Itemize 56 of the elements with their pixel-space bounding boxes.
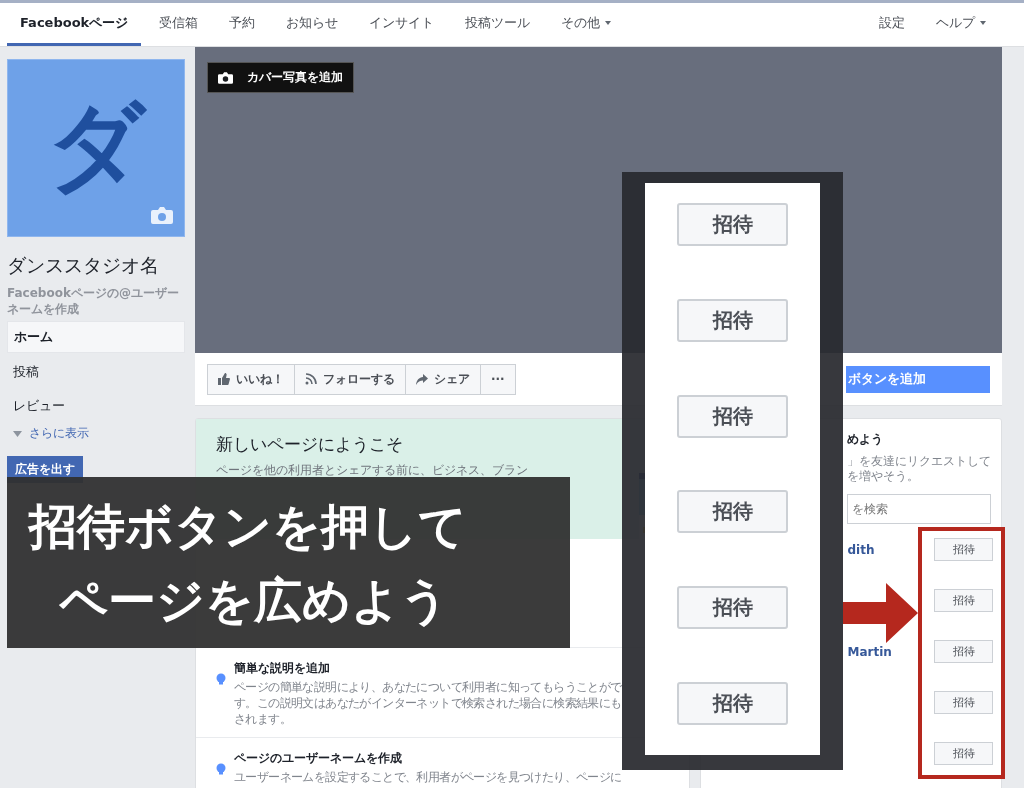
welcome-text: ページを他の利用者とシェアする前に、ビジネス、ブラン <box>216 462 528 479</box>
nav-tab[interactable]: インサイト <box>356 3 448 46</box>
tip-text: されます。 <box>234 711 292 727</box>
nav-tab[interactable]: Facebookページ <box>7 3 142 46</box>
search-field[interactable]: を検索 <box>847 494 992 524</box>
invite-button[interactable]: 招待 <box>677 203 788 246</box>
nav-tab[interactable]: 予約 <box>216 3 269 46</box>
nav-tab[interactable]: 設定 <box>866 3 918 46</box>
invite-button[interactable]: 招待 <box>934 589 993 612</box>
share-arrow-icon <box>416 373 428 385</box>
lightbulb-icon <box>216 762 226 775</box>
camera-icon[interactable] <box>151 207 173 224</box>
action-button[interactable]: いいね！ <box>208 364 295 394</box>
invite-button[interactable]: 招待 <box>677 298 788 342</box>
invite-button[interactable]: 招待 <box>934 691 993 714</box>
nav-tab[interactable]: 投稿ツール <box>452 3 544 46</box>
invite-button[interactable]: 招待 <box>934 538 993 561</box>
tip-text: ユーザーネームを設定することで、利用者がページを見つけたり、ページに <box>234 769 622 785</box>
caption-text: 招待ボタンを押して <box>29 496 468 556</box>
invite-button[interactable]: 招待 <box>677 490 788 534</box>
action-button[interactable]: シェア <box>406 364 481 394</box>
nav-tab[interactable]: ヘルプ <box>923 3 999 46</box>
caret-icon <box>13 430 22 437</box>
sidebar-item[interactable]: レビュー <box>7 391 185 421</box>
avatar-letter: ダ <box>47 89 145 204</box>
welcome-title: 新しいページにようこそ <box>216 433 404 456</box>
feed-icon <box>305 373 317 385</box>
action-button[interactable]: ··· <box>481 364 515 394</box>
nav-tab[interactable]: その他 <box>548 3 625 46</box>
tip-text: ページの簡単な説明により、あなたについて利用者に知ってもらうことがで <box>234 679 622 695</box>
nav-tab[interactable]: お知らせ <box>273 3 352 46</box>
sidebar-item[interactable]: ホーム <box>7 321 185 353</box>
invite-button[interactable]: 招待 <box>677 586 788 630</box>
nav-tab[interactable]: 受信箱 <box>146 3 212 46</box>
invite-button[interactable]: 招待 <box>934 742 993 765</box>
camera-icon <box>218 71 233 84</box>
card-title: めよう <box>847 431 885 448</box>
show-more-link[interactable]: さらに表示 <box>29 425 89 442</box>
invite-button[interactable]: 招待 <box>677 394 788 438</box>
page-name: ダンススタジオ名 <box>7 253 160 278</box>
add-cover-button[interactable]: カバー写真を追加 <box>207 62 354 93</box>
thumbs-up-icon <box>218 373 230 385</box>
card-text: 」を友達にリクエストして <box>847 454 993 469</box>
tip-title[interactable]: 簡単な説明を追加 <box>234 660 622 677</box>
lightbulb-icon <box>216 672 226 685</box>
tip-text: す。この説明文はあなたがインターネットで検索された場合に検索結果にも <box>234 695 622 711</box>
invite-button[interactable]: 招待 <box>934 640 993 663</box>
sidebar-item[interactable]: 投稿 <box>7 357 185 387</box>
arrow-icon <box>843 583 918 643</box>
action-button[interactable]: フォローする <box>295 364 406 394</box>
tip-title[interactable]: ページのユーザーネームを作成 <box>234 750 622 767</box>
friend-name[interactable]: Martin <box>847 644 892 659</box>
invite-button[interactable]: 招待 <box>677 682 788 725</box>
friend-name[interactable]: dith <box>847 542 875 557</box>
caption-text: ページを広めよう <box>58 570 450 630</box>
card-text: を増やそう。 <box>847 469 921 484</box>
